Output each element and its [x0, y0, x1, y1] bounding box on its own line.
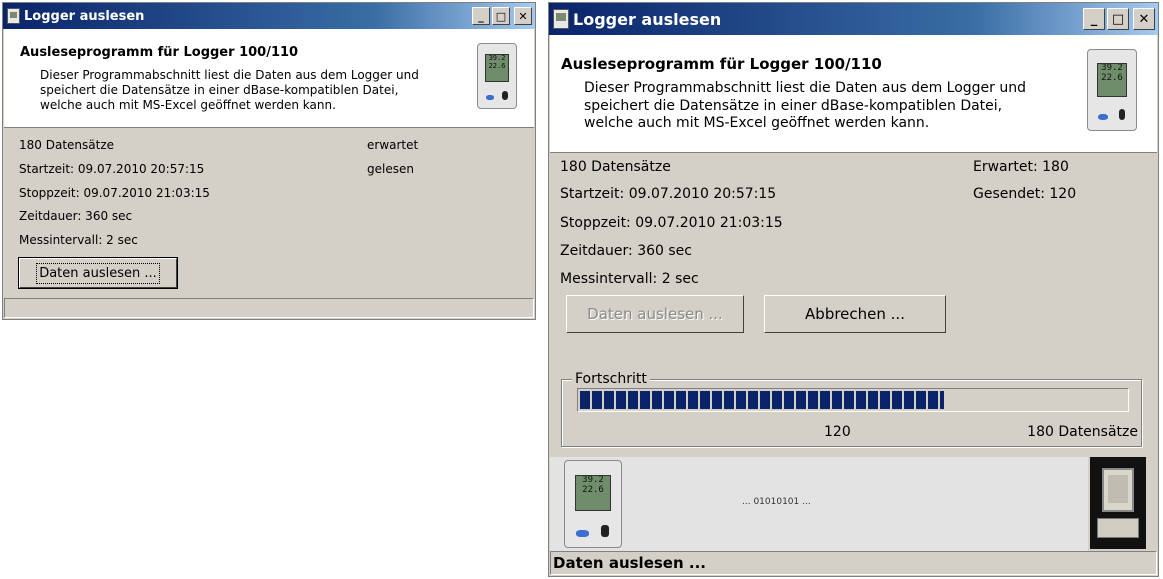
read-data-button[interactable]: Daten auslesen ...: [18, 257, 178, 289]
header-panel: Ausleseprogramm für Logger 100/110 Diese…: [550, 35, 1157, 153]
logger-device-icon: 39.2 22.6: [1087, 49, 1137, 131]
title-buttons: _ □ ✕: [472, 3, 532, 29]
progress-total: 180 Datensätze: [1027, 424, 1138, 440]
title-buttons: _ □ ✕: [1083, 3, 1155, 35]
maximize-button[interactable]: □: [492, 7, 510, 25]
title-bar[interactable]: Logger auslesen _ □ ✕: [3, 3, 535, 29]
device-button-black: [502, 91, 508, 101]
cancel-button[interactable]: Abbrechen ...: [764, 295, 946, 333]
device-display: 39.2 22.6: [484, 54, 510, 82]
header-panel: Ausleseprogramm für Logger 100/110 Diese…: [4, 29, 534, 128]
transfer-animation: 39.2 22.6 ... 01010101 ...: [550, 457, 1088, 551]
close-button[interactable]: ✕: [514, 7, 532, 25]
progress-bar: [577, 388, 1129, 412]
stop-time-label: Stoppzeit: 09.07.2010 21:03:15: [560, 215, 783, 231]
logger-window-large: Logger auslesen _ □ ✕ Ausleseprogramm fü…: [548, 2, 1159, 577]
computer-monitor: [1102, 468, 1134, 513]
status-bar: Daten auslesen ...: [550, 551, 1157, 575]
progress-current: 120: [824, 424, 851, 440]
progress-fill: [580, 391, 944, 409]
progress-group: Fortschritt 120 180 Datensätze: [561, 371, 1142, 447]
window-title: Logger auslesen: [24, 8, 145, 24]
device-button-blue: [485, 95, 494, 101]
duration-label: Zeitdauer: 360 sec: [19, 209, 133, 223]
interval-label: Messintervall: 2 sec: [560, 271, 699, 287]
stop-time-label: Stoppzeit: 09.07.2010 21:03:15: [19, 186, 210, 200]
records-label: 180 Datensätze: [19, 138, 114, 152]
device-button-black: [600, 524, 609, 537]
window-title: Logger auslesen: [573, 9, 722, 29]
device-display: 39.2 22.6: [1096, 62, 1128, 97]
title-bar[interactable]: Logger auslesen _ □ ✕: [549, 3, 1158, 35]
device-display: 39.2 22.6: [575, 474, 611, 512]
read-data-button[interactable]: Daten auslesen ...: [566, 295, 744, 333]
status-text: Daten auslesen ...: [553, 554, 706, 572]
logger-app-icon: [553, 9, 569, 29]
interval-label: Messintervall: 2 sec: [19, 233, 138, 247]
header-title: Ausleseprogramm für Logger 100/110: [20, 45, 299, 60]
read-label: gelesen: [367, 162, 414, 176]
logger-app-icon: [7, 8, 20, 24]
maximize-button[interactable]: □: [1107, 8, 1129, 30]
header-title: Ausleseprogramm für Logger 100/110: [561, 55, 882, 73]
duration-label: Zeitdauer: 360 sec: [560, 243, 692, 259]
close-button[interactable]: ✕: [1133, 8, 1155, 30]
status-bar: [4, 298, 534, 318]
header-description: Dieser Programmabschnitt liest die Daten…: [40, 68, 419, 112]
sent-label: Gesendet: 120: [973, 186, 1077, 202]
minimize-button[interactable]: _: [472, 7, 490, 25]
minimize-button[interactable]: _: [1083, 8, 1105, 30]
transfer-text: ... 01010101 ...: [742, 497, 811, 507]
start-time-label: Startzeit: 09.07.2010 20:57:15: [19, 162, 205, 176]
progress-legend: Fortschritt: [572, 371, 650, 387]
header-description: Dieser Programmabschnitt liest die Daten…: [584, 80, 1027, 131]
start-time-label: Startzeit: 09.07.2010 20:57:15: [560, 186, 777, 202]
logger-device-icon: 39.2 22.6: [564, 460, 622, 548]
expected-label: erwartet: [367, 138, 419, 152]
device-button-blue: [1097, 114, 1109, 121]
expected-label: Erwartet: 180: [973, 159, 1069, 175]
device-button-black: [1118, 109, 1126, 121]
device-button-blue: [576, 529, 589, 537]
records-label: 180 Datensätze: [560, 159, 671, 175]
logger-window-small: Logger auslesen _ □ ✕ Ausleseprogramm fü…: [2, 2, 536, 320]
logger-device-icon: 39.2 22.6: [477, 43, 517, 109]
computer-icon: [1090, 457, 1146, 549]
computer-base: [1096, 517, 1140, 538]
